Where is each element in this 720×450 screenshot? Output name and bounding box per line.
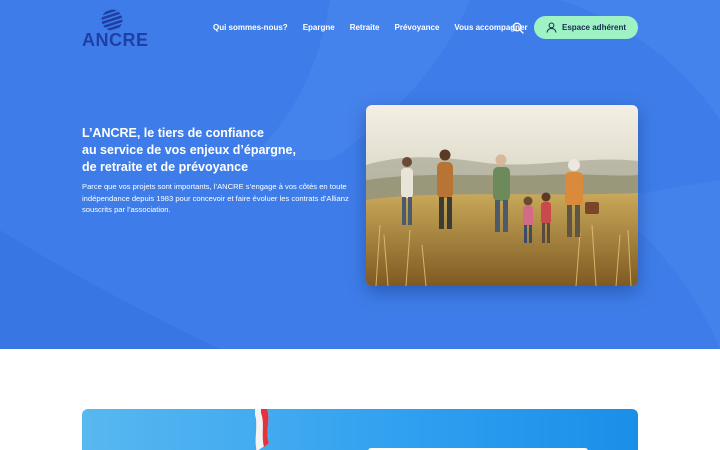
site-header: ANCRE Qui sommes-nous? Epargne Retraite … — [0, 0, 720, 56]
hero-title-line: de retraite et de prévoyance — [82, 160, 249, 174]
nav-item-prevoyance[interactable]: Prévoyance — [395, 20, 440, 36]
french-flag-icon — [255, 409, 269, 450]
hero-title: L’ANCRE, le tiers de confiance au servic… — [82, 125, 322, 176]
hero-family-photo — [366, 105, 638, 286]
member-area-label: Espace adhérent — [561, 23, 627, 32]
family-walking-illustration — [366, 105, 638, 286]
brand-name: ANCRE — [82, 30, 149, 50]
hero-description: Parce que vos projets sont importants, l… — [82, 182, 349, 215]
feature-banner — [82, 409, 638, 450]
nav-item-retraite[interactable]: Retraite — [350, 20, 380, 36]
brand-logo[interactable]: ANCRE — [82, 9, 149, 50]
search-icon — [512, 22, 524, 34]
user-icon — [546, 22, 557, 33]
hero-title-line: au service de vos enjeux d’épargne, — [82, 143, 296, 157]
search-button[interactable] — [512, 21, 524, 34]
member-area-button[interactable]: Espace adhérent — [534, 16, 638, 39]
hero-section: ANCRE Qui sommes-nous? Epargne Retraite … — [0, 0, 720, 349]
hero-title-line: L’ANCRE, le tiers de confiance — [82, 126, 264, 140]
globe-stripes-icon — [101, 9, 123, 31]
nav-item-epargne[interactable]: Epargne — [303, 20, 335, 36]
main-nav: Qui sommes-nous? Epargne Retraite Prévoy… — [213, 20, 543, 36]
nav-item-qui-sommes-nous[interactable]: Qui sommes-nous? — [213, 20, 288, 36]
